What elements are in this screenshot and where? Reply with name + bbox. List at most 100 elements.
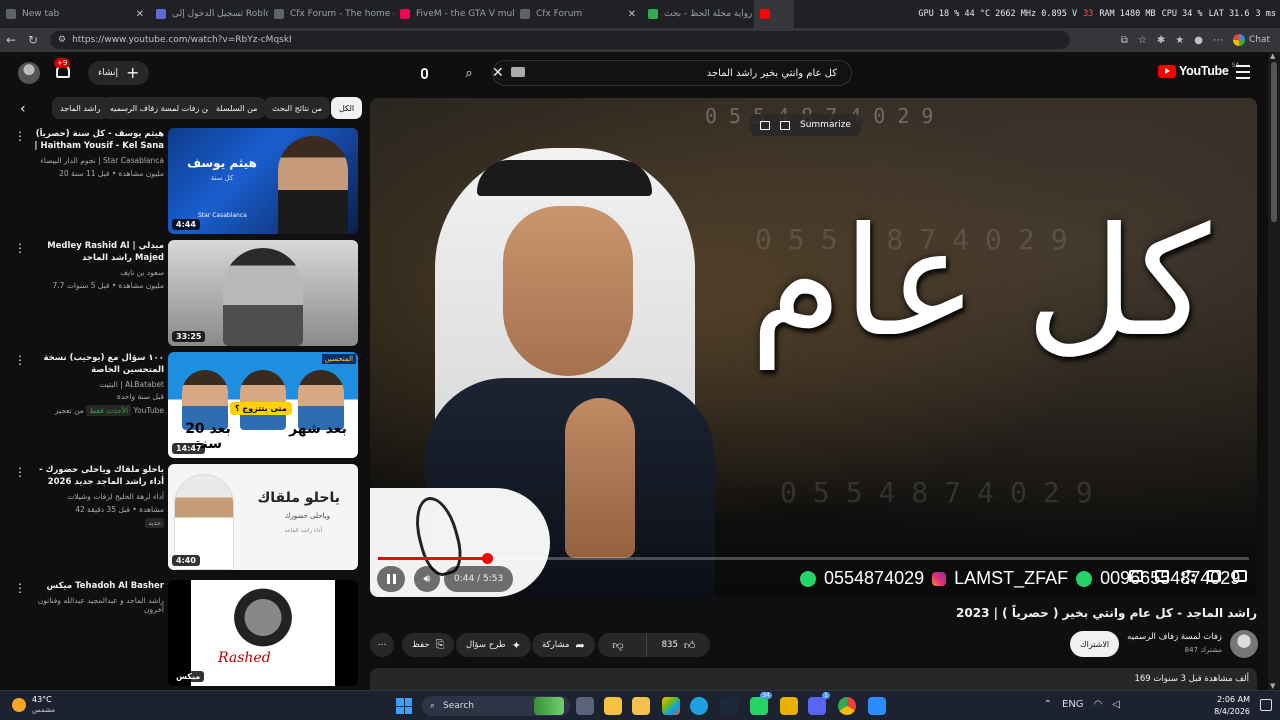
list-item[interactable]: Rashed ميكس ميكس Tehadoh Al Basher راشد … [14, 580, 360, 688]
progress-bar[interactable] [378, 553, 1249, 564]
video-title[interactable]: ياحلو ملقاك وياحلى حضورك - أداء راشد الم… [30, 464, 164, 488]
store-icon[interactable] [604, 697, 622, 715]
dislike-button[interactable]: 👎︎ [598, 633, 638, 657]
tab-cfx-forum[interactable]: Cfx Forum ✕ [514, 0, 642, 28]
scrollbar-thumb[interactable] [1271, 62, 1277, 222]
like-button[interactable]: 835 👍︎ [646, 633, 710, 657]
video-title[interactable]: هيثم يوسف - كل سنة (حصرياً) | Haitham Yo… [30, 128, 164, 154]
video-thumbnail[interactable]: ياحلو ملقاك وياحلى حضورك أداء راشد الماج… [168, 464, 358, 570]
whatsapp-taskbar-icon[interactable]: 34 [750, 692, 772, 715]
weather-widget[interactable]: 43°C مشمس [12, 695, 55, 715]
chip-series[interactable]: من السلسلة [208, 97, 266, 119]
youtube-logo[interactable]: YouTube SA [1158, 62, 1240, 78]
video-title[interactable]: Medley Rashid Al | ميدلي راشد الماجد Maj… [30, 240, 164, 264]
video-thumbnail[interactable]: هيثم يوسف كل سنة Star Casablanca 4:44 [168, 128, 358, 234]
tab-youtube-active[interactable] [754, 0, 794, 28]
tab-search-novel[interactable]: رواية محلة الحظ - بحث [642, 0, 754, 28]
language-indicator[interactable]: ENG [1062, 699, 1084, 710]
ask-button[interactable]: طرح سؤال ✦ [456, 633, 531, 657]
reload-button[interactable]: ↻ [22, 29, 44, 51]
fullscreen-icon[interactable] [1233, 570, 1247, 582]
share-button[interactable]: مشاركة ➦ [532, 633, 595, 657]
chip-channel[interactable]: من زفات لمسة زفاف الرسميه [102, 97, 221, 119]
list-item[interactable]: هيثم يوسف كل سنة Star Casablanca 4:44 هي… [14, 128, 360, 236]
autoplay-toggle-icon[interactable] [1129, 570, 1143, 582]
more-actions-icon[interactable]: ⋮ [14, 582, 26, 594]
search-input[interactable]: كل عام وانتي بخير راشد الماجد [492, 60, 852, 86]
tab-close-icon[interactable]: ✕ [136, 9, 144, 20]
volume-tray-icon[interactable]: ◁ [1112, 699, 1120, 710]
settings-gear-icon[interactable] [1181, 570, 1195, 584]
summarize-button[interactable]: Summarize [800, 120, 851, 130]
channel-name[interactable]: البتيت | ALBatabet [30, 380, 164, 389]
pause-button[interactable] [377, 566, 405, 592]
create-button[interactable]: إنشاء + [88, 61, 150, 85]
discord-icon[interactable]: 1 [808, 692, 830, 715]
video-player[interactable]: 0554874029 0554874029 0554874029 كل عام … [370, 98, 1257, 597]
clear-search-icon[interactable]: ✕ [492, 65, 504, 81]
save-button[interactable]: حفظ ⎘ [402, 633, 455, 657]
url-bar[interactable]: ⚙ https://www.youtube.com/watch?v=RbYz-c… [50, 31, 1070, 49]
edge-browser-icon[interactable] [690, 697, 708, 715]
expand-icon[interactable] [780, 120, 790, 130]
bookmark-star-icon[interactable]: ☆ [1138, 35, 1147, 46]
task-view-icon[interactable] [576, 697, 594, 715]
list-item[interactable]: متى بتتزوج ؟ بعد 20 سنة بعد شهر المتحسين… [14, 352, 360, 460]
tab-close-icon[interactable]: ✕ [628, 9, 636, 20]
keyboard-icon[interactable] [511, 67, 525, 77]
theater-mode-icon[interactable] [1207, 570, 1221, 582]
video-title[interactable]: ١٠٠ سؤال مع (يوحيب) نسخة المتحسين الخاصة [30, 352, 164, 376]
tab-new-tab[interactable]: New tab ✕ [0, 0, 150, 28]
video-thumbnail[interactable]: 33:25 [168, 240, 358, 346]
chrome-icon[interactable] [838, 697, 856, 715]
back-button[interactable]: ← [0, 29, 22, 51]
chat-button[interactable]: Chat [1232, 34, 1270, 46]
more-actions-button[interactable]: ⋯ [370, 633, 394, 657]
tab-roblox[interactable]: تسجيل الدخول إلى Roblox [150, 0, 268, 28]
menu-dots-icon[interactable]: ⋯ [1213, 35, 1223, 46]
tab-cfx-forum-home[interactable]: Cfx Forum - The home o [268, 0, 394, 28]
clock[interactable]: 2:06 AM 8/4/2026 [1214, 694, 1250, 718]
channel-name[interactable]: سعود بن نايف [30, 268, 164, 277]
profile-icon[interactable]: ● [1194, 35, 1203, 46]
volume-button[interactable]: 🔊︎ [414, 566, 440, 592]
steam-icon[interactable] [720, 697, 738, 715]
more-actions-icon[interactable]: ⋮ [14, 354, 26, 366]
more-actions-icon[interactable]: ⋮ [14, 242, 26, 254]
pip-icon[interactable] [760, 120, 770, 130]
rockstar-launcher-icon[interactable] [780, 697, 798, 715]
site-info-icon[interactable]: ⚙ [58, 35, 66, 45]
scroll-up-icon[interactable]: ▲ [1270, 52, 1275, 60]
list-item[interactable]: ياحلو ملقاك وياحلى حضورك أداء راشد الماج… [14, 464, 360, 572]
video-thumbnail[interactable]: Rashed ميكس [168, 580, 358, 686]
video-title[interactable]: ميكس Tehadoh Al Basher [30, 580, 164, 592]
list-item[interactable]: 33:25 Medley Rashid Al | ميدلي راشد الما… [14, 240, 360, 348]
scrubber-handle[interactable] [481, 553, 493, 564]
chip-all[interactable]: الكل [331, 97, 363, 119]
page-scrollbar[interactable]: ▲ ▼ [1268, 52, 1280, 690]
more-actions-icon[interactable]: ⋮ [14, 466, 26, 478]
tab-fivem[interactable]: FiveM - the GTA V multi [394, 0, 514, 28]
channel-avatar[interactable] [1230, 630, 1258, 658]
file-explorer-icon[interactable] [632, 697, 650, 715]
start-button[interactable] [396, 698, 412, 714]
install-app-icon[interactable]: ⧉ [1121, 35, 1128, 46]
chip-rashed[interactable]: راشد الماجد [52, 97, 109, 119]
channel-name[interactable]: أداء لرهة الخليج لزفات وشيلات [30, 492, 164, 501]
notifications-button[interactable]: +9 [54, 58, 76, 82]
search-button[interactable]: ⌕ [458, 61, 480, 85]
extensions-icon[interactable]: ✱ [1157, 35, 1165, 46]
fivem-taskbar-icon[interactable] [868, 697, 886, 715]
favorites-icon[interactable]: ★ [1175, 35, 1184, 46]
channel-name-main[interactable]: زفات لمسة زفاف الرسميه [1127, 632, 1222, 642]
chevron-up-icon[interactable]: ⌃ [1044, 699, 1052, 710]
account-avatar[interactable] [18, 62, 40, 84]
voice-search-button[interactable] [412, 61, 436, 85]
edge-copilot-icon[interactable] [662, 697, 680, 715]
video-thumbnail[interactable]: متى بتتزوج ؟ بعد 20 سنة بعد شهر المتحسين… [168, 352, 358, 458]
more-actions-icon[interactable]: ⋮ [14, 130, 26, 142]
subtitles-icon[interactable] [1155, 570, 1169, 582]
wifi-icon[interactable]: ◠ [1094, 699, 1103, 710]
notification-center-icon[interactable] [1260, 699, 1272, 711]
chip-search-results[interactable]: من نتائج البحث [264, 97, 331, 119]
